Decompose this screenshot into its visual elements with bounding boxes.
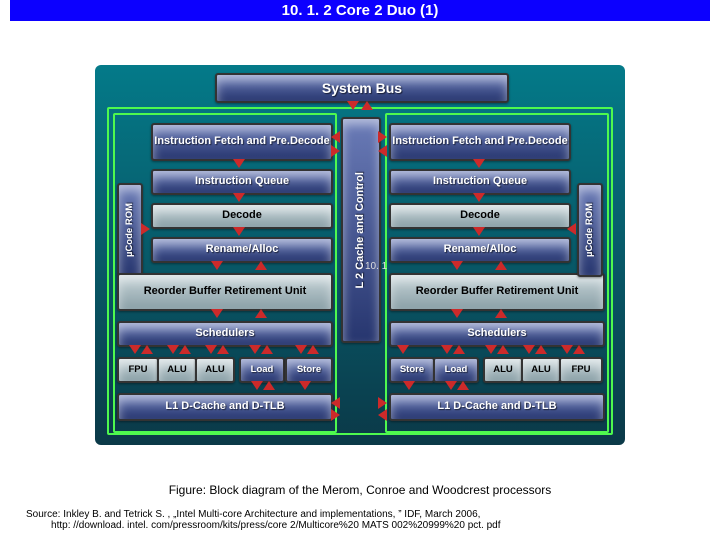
arrow-icon <box>263 381 275 390</box>
source-line2: http: //download. intel. com/pressroom/k… <box>51 520 500 531</box>
ucode-rom-right: µCode ROM <box>577 183 603 277</box>
page-title-bar: 10. 1. 2 Core 2 Duo (1) <box>10 0 710 21</box>
arrow-icon <box>485 345 497 354</box>
l1-right: L1 D-Cache and D-TLB <box>389 393 605 421</box>
arrow-icon <box>251 381 263 390</box>
figure-caption: Figure: Block diagram of the Merom, Conr… <box>0 483 720 497</box>
arrow-icon <box>457 381 469 390</box>
page-title: 10. 1. 2 Core 2 Duo (1) <box>282 2 439 19</box>
iq-right: Instruction Queue <box>389 169 571 195</box>
arrow-icon <box>331 145 340 157</box>
fpu-right: FPU <box>559 357 603 383</box>
alu1-left: ALU <box>157 357 197 383</box>
fpu-left: FPU <box>117 357 159 383</box>
store-right: Store <box>389 357 435 383</box>
decode-right: Decode <box>389 203 571 229</box>
arrow-icon <box>535 345 547 354</box>
arrow-icon <box>495 261 507 270</box>
rob-left: Reorder Buffer Retirement Unit <box>117 273 333 311</box>
sched-left: Schedulers <box>117 321 333 347</box>
arrow-icon <box>445 381 457 390</box>
arrow-icon <box>378 145 387 157</box>
arrow-icon <box>255 261 267 270</box>
alu2-left: ALU <box>195 357 235 383</box>
arrow-icon <box>129 345 141 354</box>
arrow-icon <box>573 345 585 354</box>
arrow-icon <box>211 309 223 318</box>
arrow-icon <box>233 159 245 168</box>
slide-number: 10. 1 <box>365 261 387 272</box>
arrow-icon <box>141 345 153 354</box>
store-left: Store <box>285 357 333 383</box>
ucode-rom-label: µCode ROM <box>125 203 135 257</box>
arrow-icon <box>307 345 319 354</box>
arrow-icon <box>295 345 307 354</box>
decode-left: Decode <box>151 203 333 229</box>
arrow-icon <box>523 345 535 354</box>
arrow-icon <box>167 345 179 354</box>
rename-left: Rename/Alloc <box>151 237 333 263</box>
alu2-right: ALU <box>521 357 561 383</box>
arrow-icon <box>141 223 150 235</box>
arrow-icon <box>331 397 340 409</box>
block-diagram: System Bus L 2 Cache and Control 10. 1 µ… <box>95 65 625 445</box>
arrow-icon <box>331 409 340 421</box>
l2-cache: L 2 Cache and Control <box>341 117 381 343</box>
arrow-icon <box>473 159 485 168</box>
arrow-icon <box>249 345 261 354</box>
arrow-icon <box>211 261 223 270</box>
arrow-icon <box>495 309 507 318</box>
fetch-right: Instruction Fetch and Pre.Decode <box>389 123 571 161</box>
arrow-icon <box>497 345 509 354</box>
system-bus: System Bus <box>215 73 509 103</box>
arrow-icon <box>255 309 267 318</box>
ucode-rom-left: µCode ROM <box>117 183 143 277</box>
arrow-icon <box>403 381 415 390</box>
source-line1: Source: Inkley B. and Tetrick S. , „Inte… <box>26 509 480 520</box>
arrow-icon <box>378 409 387 421</box>
arrow-icon <box>441 345 453 354</box>
sched-right: Schedulers <box>389 321 605 347</box>
arrow-icon <box>261 345 273 354</box>
arrow-icon <box>378 131 387 143</box>
arrow-icon <box>397 345 409 354</box>
load-right: Load <box>433 357 479 383</box>
arrow-icon <box>361 101 373 110</box>
arrow-icon <box>233 227 245 236</box>
arrow-icon <box>453 345 465 354</box>
source-citation: Source: Inkley B. and Tetrick S. , „Inte… <box>26 509 694 531</box>
ucode-rom-label: µCode ROM <box>585 203 595 257</box>
arrow-icon <box>347 101 359 110</box>
l1-left: L1 D-Cache and D-TLB <box>117 393 333 421</box>
arrow-icon <box>378 397 387 409</box>
arrow-icon <box>561 345 573 354</box>
arrow-icon <box>473 227 485 236</box>
arrow-icon <box>451 261 463 270</box>
arrow-icon <box>233 193 245 202</box>
arrow-icon <box>205 345 217 354</box>
fetch-left: Instruction Fetch and Pre.Decode <box>151 123 333 161</box>
iq-left: Instruction Queue <box>151 169 333 195</box>
arrow-icon <box>331 131 340 143</box>
arrow-icon <box>567 223 576 235</box>
rename-right: Rename/Alloc <box>389 237 571 263</box>
arrow-icon <box>473 193 485 202</box>
arrow-icon <box>451 309 463 318</box>
arrow-icon <box>179 345 191 354</box>
load-left: Load <box>239 357 285 383</box>
arrow-icon <box>217 345 229 354</box>
alu1-right: ALU <box>483 357 523 383</box>
rob-right: Reorder Buffer Retirement Unit <box>389 273 605 311</box>
arrow-icon <box>299 381 311 390</box>
